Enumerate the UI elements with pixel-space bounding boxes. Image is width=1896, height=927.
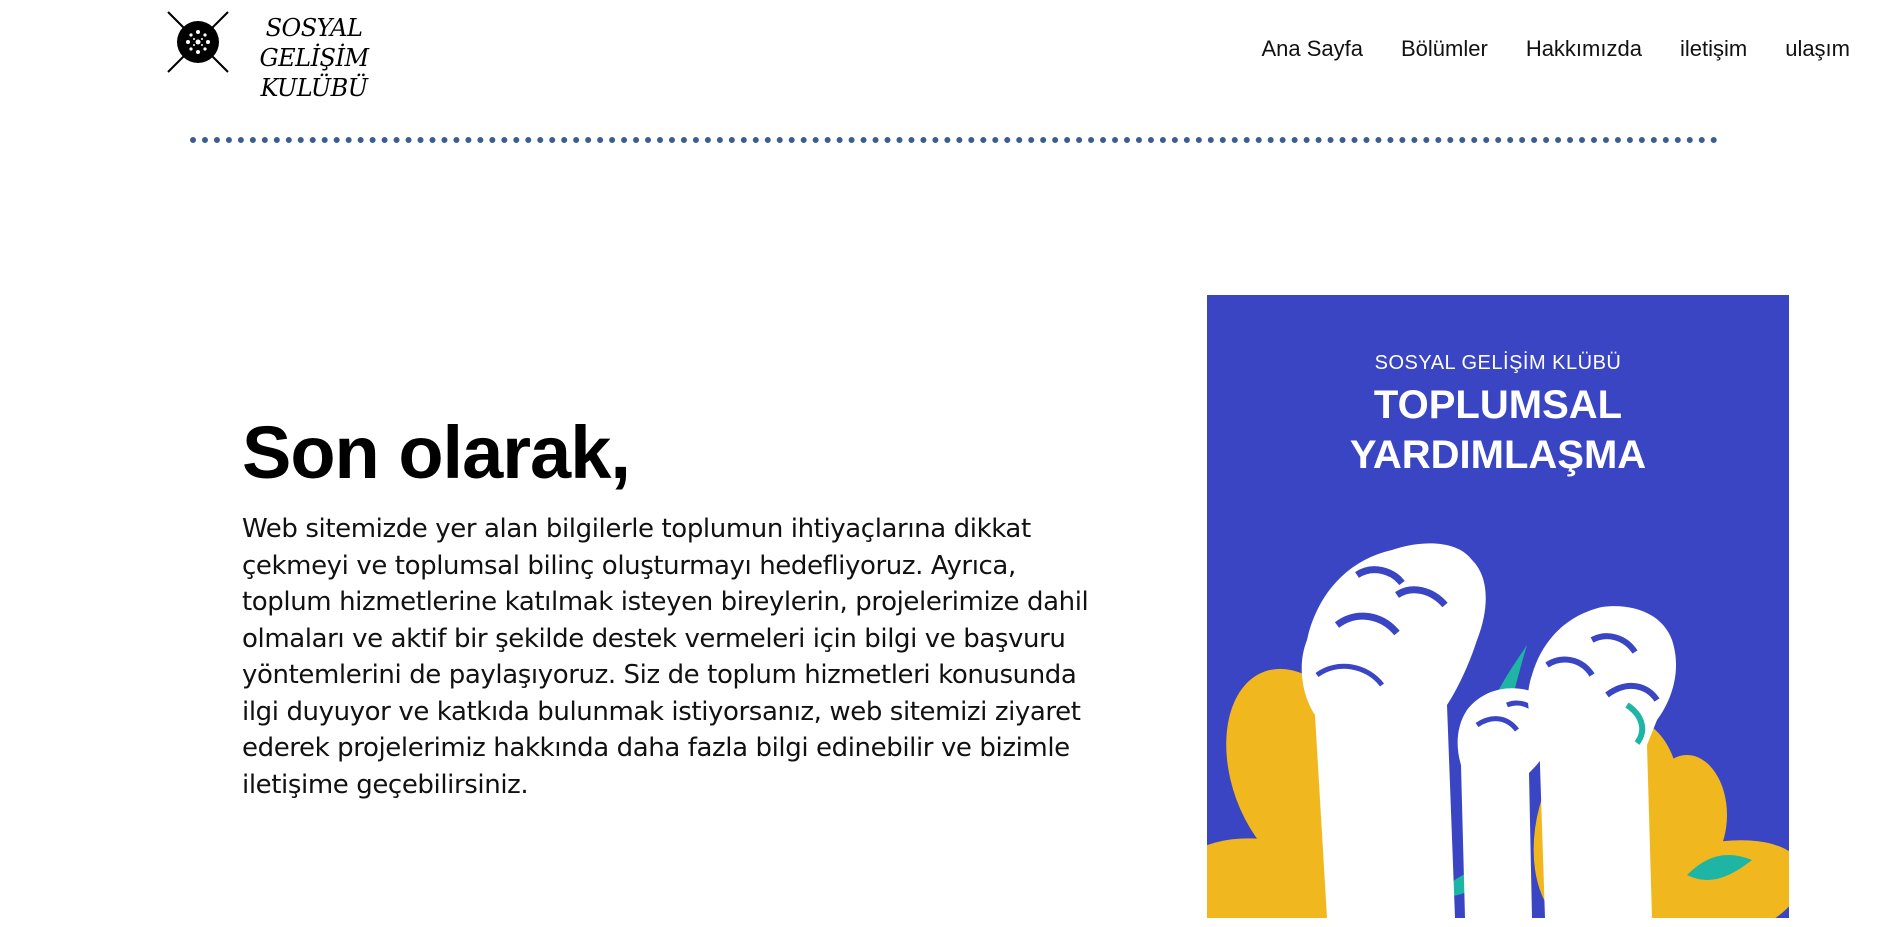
nav-item-ana-sayfa[interactable]: Ana Sayfa [1261,36,1363,62]
nav-item-ulasim[interactable]: ulaşım [1785,36,1850,62]
logo-line-2: KULÜBÜ [260,74,368,102]
poster-title-line-2: YARDIMLAŞMA [1349,433,1647,477]
nav-item-hakkimizda[interactable]: Hakkımızda [1526,36,1642,62]
site-logo[interactable]: SOSYAL GELİŞİM KULÜBÜ [166,10,398,102]
poster-image: SOSYAL GELİŞİM KLÜBÜ TOPLUMSAL YARDIMLAŞ… [1207,295,1789,918]
poster-title-line-1: TOPLUMSAL [1373,383,1623,427]
page: SOSYAL GELİŞİM KULÜBÜ Ana Sayfa Bölümler… [0,0,1896,927]
section-heading: Son olarak, [242,411,631,494]
main-nav: Ana Sayfa Bölümler Hakkımızda iletişim u… [1261,36,1850,62]
poster-subtitle: SOSYAL GELİŞİM KLÜBÜ [1374,352,1622,374]
poster-title: TOPLUMSAL YARDIMLAŞMA [1207,380,1789,480]
section-paragraph: Web sitemizde yer alan bilgilerle toplum… [242,514,1089,800]
logo-line-1: SOSYAL GELİŞİM [259,14,369,72]
fist-left-icon [1301,543,1486,918]
dotted-divider [190,137,1718,143]
nav-item-bolumler[interactable]: Bölümler [1401,36,1488,62]
logo-text: SOSYAL GELİŞİM KULÜBÜ [228,13,400,103]
nav-item-iletisim[interactable]: iletişim [1680,36,1747,62]
club-emblem-icon [167,11,229,73]
